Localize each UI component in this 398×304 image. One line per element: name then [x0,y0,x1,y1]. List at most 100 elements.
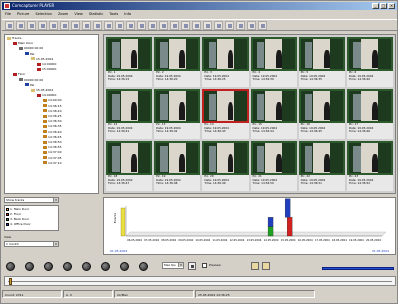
tree-node[interactable]: 00000 00:00 [19,78,43,82]
view-dropdown[interactable]: 1 month ▾ [4,241,59,247]
tree-node[interactable]: 14:37:10 [43,161,61,165]
play-button[interactable] [82,262,91,271]
tree-node[interactable]: 14:00000 [37,62,56,66]
open-button[interactable] [5,21,14,30]
menu-item-selection[interactable]: Selection [35,11,52,18]
filter-dropdown[interactable]: Show tracks ▾ [4,197,59,203]
thumbnail[interactable]: Pic. 16 Date: 19.05.2004 Time: 14:36:45 [298,89,345,139]
tree-node[interactable]: 14:36:45 [43,135,61,139]
minimize-button[interactable]: _ [372,3,379,9]
print-button[interactable] [27,21,36,30]
zoom-button[interactable] [251,262,259,270]
last-button[interactable] [139,262,148,271]
zoom-out-button[interactable] [137,21,146,30]
tree-node[interactable]: 14:00000 [37,93,56,97]
cut-button[interactable] [38,21,47,30]
thumbnail[interactable]: Pic. 18 Date: 19.05.2004 Time: 14:36:47 [106,141,153,191]
menu-item-tools[interactable]: Tools [109,11,118,18]
grid-button[interactable] [203,21,212,30]
track-tree[interactable]: Tracks Main Door 00000 00:00 Pal 15.05.2004 1… [4,34,99,194]
thumbnail[interactable]: Pic. 20 Date: 19.05.2004 Time: 14:36:49 [202,141,249,191]
copy-button[interactable] [49,21,58,30]
thumbnail[interactable]: Pic. 3 Date: 19.05.2004 Time: 14:36:25 [202,37,249,87]
tree-node[interactable]: 15.05.2004 [31,57,53,61]
chart-button[interactable] [225,21,234,30]
tree-node[interactable]: Tracks [7,36,21,40]
thumbnail[interactable]: Pic. 17 Date: 19.05.2004 Time: 14:36:46 [346,89,393,139]
tree-node[interactable]: 14:36:20 [43,109,61,113]
menu-item-file[interactable]: File [5,11,11,18]
ffwd-button[interactable] [120,262,129,271]
thumbnail[interactable]: Pic. 12 Date: 19.05.2004 Time: 14:36:41 [106,89,153,139]
info-button[interactable] [214,21,223,30]
last-button[interactable] [115,21,124,30]
tree-node[interactable]: 14:36:25 [43,114,61,118]
tree-node[interactable]: 14:36:55 [43,145,61,149]
thumbnail[interactable]: Pic. 23 Date: 19.05.2004 Time: 14:36:52 [346,141,393,191]
tree-node[interactable]: 14:00:00 [43,98,61,102]
menu-item-view[interactable]: View [74,11,83,18]
next-button[interactable] [101,262,110,271]
view-4-button[interactable] [159,21,168,30]
thumbnail[interactable]: Pic. 15 Date: 19.05.2004 Time: 14:36:44 [250,89,297,139]
thumbnail[interactable]: Pic. 22 Date: 19.05.2004 Time: 14:36:51 [298,141,345,191]
thumbnail[interactable]: Pic. 19 Date: 19.05.2004 Time: 14:36:48 [154,141,201,191]
folder-icon [37,93,41,97]
first-button[interactable] [6,262,15,271]
camera-image [154,141,201,175]
tree-node[interactable]: 14:37:05 [43,156,61,160]
prev-button[interactable] [82,21,91,30]
prev-button[interactable] [44,262,53,271]
tree-node[interactable]: 14:36:15 [43,104,61,108]
view-16-button[interactable] [181,21,190,30]
print-button[interactable] [188,262,196,270]
export-button[interactable] [262,262,270,270]
thumbnail[interactable]: Pic. 14 Date: 19.05.2004 Time: 14:36:43 [202,89,249,139]
menu-item-picture[interactable]: Picture [17,11,29,18]
tree-node[interactable]: Pal [25,52,34,56]
view-9-button[interactable] [170,21,179,30]
zoom-in-button[interactable] [126,21,135,30]
first-button[interactable] [71,21,80,30]
menu-item-zoom[interactable]: Zoom [58,11,68,18]
thumbnail[interactable]: Pic. 5 Date: 19.05.2004 Time: 14:36:35 [298,37,345,87]
chart2-button[interactable] [236,21,245,30]
slider-thumb[interactable] [9,278,12,285]
thumbnail[interactable]: Pic. 13 Date: 19.05.2004 Time: 14:36:42 [154,89,201,139]
rewind-button[interactable] [25,262,34,271]
preview-checkbox[interactable] [202,263,207,268]
tree-node[interactable]: Pal [25,83,34,87]
thumbnail[interactable]: Pic. 4 Date: 19.05.2004 Time: 14:36:30 [250,37,297,87]
tree-node[interactable]: 14:36:30 [43,119,61,123]
thumbnail[interactable]: Pic. 2 Date: 19.05.2004 Time: 14:36:20 [154,37,201,87]
speed-dropdown[interactable]: Max fps ▾ [162,262,184,269]
folder-icon [43,161,47,165]
legend-item[interactable]: 4. Office Door [6,222,57,227]
tree-node[interactable]: 00000 00:00 [19,46,43,50]
settings-button[interactable] [258,21,267,30]
view-list-button[interactable] [192,21,201,30]
tree-node[interactable]: 15.05.2004 [31,88,53,92]
tree-node[interactable]: 14:36:40 [43,130,61,134]
menu-item-statistic[interactable]: Statistic [89,11,104,18]
maximize-button[interactable]: □ [380,3,387,9]
thumbnail[interactable]: Pic. 6 Date: 19.05.2004 Time: 14:36:40 [346,37,393,87]
tree-node[interactable]: 14:36:50 [43,140,61,144]
view-1-button[interactable] [148,21,157,30]
thumbnail[interactable]: Pic. 21 Date: 19.05.2004 Time: 14:36:50 [250,141,297,191]
tree-node[interactable]: 14:37:00 [43,150,61,154]
timeline-slider[interactable] [4,276,396,286]
next-button[interactable] [104,21,113,30]
thumbnail[interactable]: Pic. 1 Date: 19.05.2004 Time: 14:36:15 [106,37,153,87]
tree-node[interactable]: Main Door [13,41,33,45]
tree-node[interactable]: 14:36:35 [43,124,61,128]
paste-button[interactable] [60,21,69,30]
stop-button[interactable] [63,262,72,271]
tree-node[interactable]: 15:00000 [37,67,56,71]
save-button[interactable] [16,21,25,30]
export-button[interactable] [247,21,256,30]
menu-item-info[interactable]: Info [124,11,131,18]
tree-node[interactable]: Floor [13,72,25,76]
close-button[interactable]: × [388,3,395,9]
play-button[interactable] [93,21,102,30]
